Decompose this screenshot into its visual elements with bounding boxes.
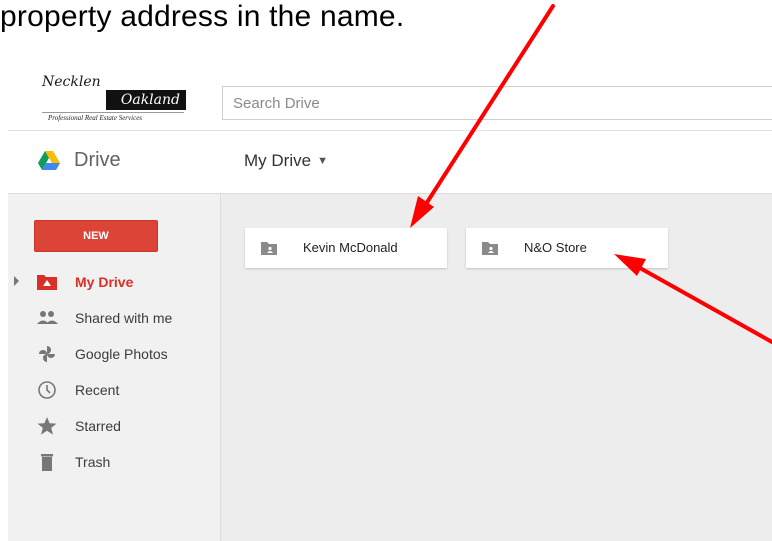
sidebar-item-label: Shared with me <box>75 310 173 326</box>
clock-icon <box>38 381 56 399</box>
drive-window: Necklen Oakland Professional Real Estate… <box>8 66 772 541</box>
folder-name: Kevin McDonald <box>303 240 398 255</box>
sidebar-item-trash[interactable]: Trash <box>8 444 220 480</box>
expand-arrow-icon[interactable] <box>14 276 19 286</box>
folder-item[interactable]: N&O Store <box>466 228 668 268</box>
sidebar-item-label: Trash <box>75 454 111 470</box>
instruction-caption: property address in the name. <box>0 0 772 50</box>
my-drive-icon <box>37 275 57 290</box>
logo-divider <box>42 112 184 113</box>
caption-text: property address in the name. <box>0 0 405 33</box>
folder-item[interactable]: Kevin McDonald <box>245 228 447 268</box>
shared-folder-icon <box>482 242 498 255</box>
sidebar: NEW My Drive Shared with me Google Photo… <box>8 194 221 541</box>
search-box[interactable] <box>222 86 772 120</box>
sidebar-item-label: Google Photos <box>75 346 168 362</box>
shared-people-icon <box>37 311 58 324</box>
folder-name: N&O Store <box>524 240 587 255</box>
my-drive-dropdown[interactable]: My Drive ▼ <box>244 151 328 171</box>
shared-folder-icon <box>261 242 277 255</box>
drive-title: Drive <box>74 149 121 171</box>
search-input[interactable] <box>223 87 772 119</box>
chevron-down-icon: ▼ <box>317 155 328 167</box>
star-icon <box>37 417 57 435</box>
sidebar-item-photos[interactable]: Google Photos <box>8 336 220 372</box>
sidebar-item-label: My Drive <box>75 274 134 290</box>
file-list-area: Kevin McDonald N&O Store <box>221 194 772 541</box>
sidebar-item-shared[interactable]: Shared with me <box>8 300 220 336</box>
company-logo: Necklen Oakland Professional Real Estate… <box>36 72 188 130</box>
location-label: My Drive <box>244 151 312 170</box>
sidebar-item-label: Starred <box>75 418 121 434</box>
logo-tagline: Professional Real Estate Services <box>48 114 143 122</box>
sidebar-item-my-drive[interactable]: My Drive <box>8 264 220 300</box>
sidebar-item-recent[interactable]: Recent <box>8 372 220 408</box>
sidebar-item-starred[interactable]: Starred <box>8 408 220 444</box>
sidebar-item-label: Recent <box>75 382 120 398</box>
trash-icon <box>41 454 53 471</box>
drive-toolbar: Drive My Drive ▼ <box>8 131 772 194</box>
new-button[interactable]: NEW <box>34 220 158 252</box>
logo-word-necklen: Necklen <box>42 74 101 90</box>
google-drive-icon <box>38 151 60 170</box>
photos-pinwheel-icon <box>39 346 55 362</box>
logo-word-oakland: Oakland <box>106 90 186 110</box>
